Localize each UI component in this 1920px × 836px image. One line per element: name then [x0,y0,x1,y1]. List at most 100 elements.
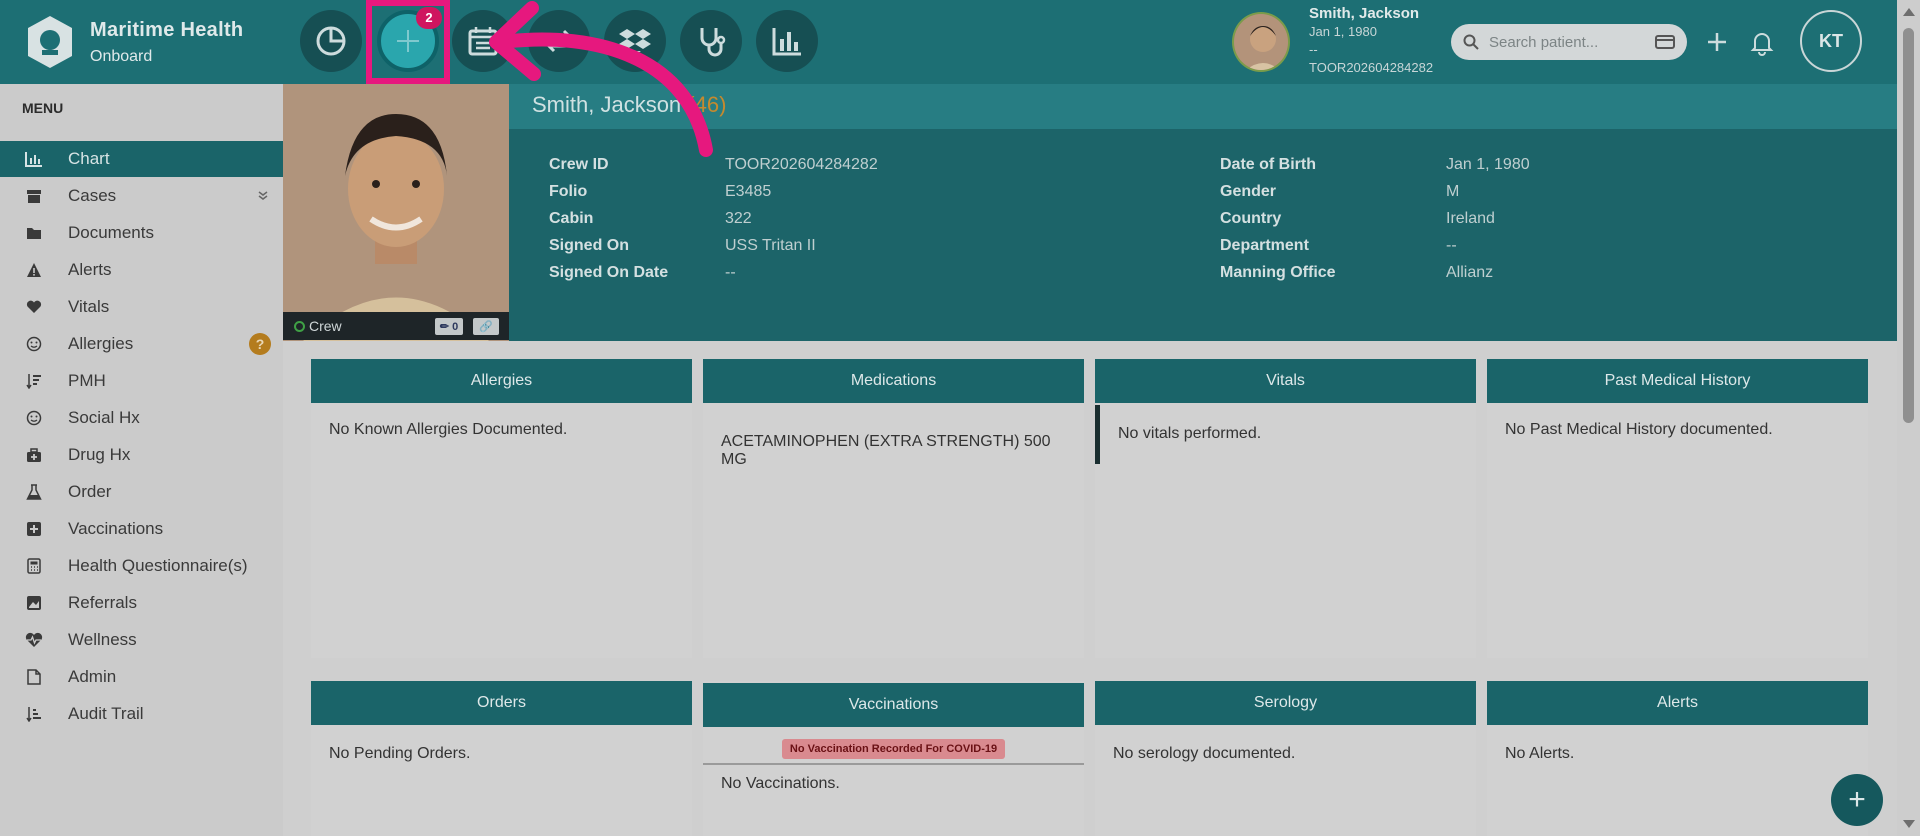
scroll-up-arrow-icon[interactable] [1903,8,1915,16]
floating-add-button[interactable]: + [1831,774,1883,826]
card-text: No Pending Orders. [329,745,471,762]
patient-photo-image [283,84,509,341]
card-title[interactable]: Serology [1095,681,1476,725]
nav-dashboard-button[interactable] [300,10,362,72]
stethoscope-icon [700,28,726,57]
brand-subtitle: Onboard [90,47,153,65]
scroll-thumb[interactable] [1903,28,1914,423]
nav-transfer-button[interactable] [528,10,590,72]
patient-chip[interactable]: Smith, Jackson Jan 1, 1980 -- TOOR202604… [1309,5,1433,77]
chevron-down-icon[interactable] [257,186,269,206]
warning-icon [24,260,44,280]
card-serology: Serology No serology documented. [1095,681,1476,836]
card-orders: Orders No Pending Orders. [311,681,692,836]
covid-notice-badge: No Vaccination Recorded For COVID-19 [781,739,1006,759]
arrows-icon [545,29,573,53]
plus-icon: + [1848,783,1866,816]
card-title[interactable]: Vitals [1095,359,1476,403]
add-icon[interactable] [1703,28,1731,56]
sidebar-item-label: Vitals [68,297,110,316]
sidebar-item-label: Cases [68,186,117,205]
nav-clinical-button[interactable] [680,10,742,72]
card-title[interactable]: Allergies [311,359,692,403]
sidebar-item-label: Documents [68,223,154,242]
plus-square-icon [24,519,44,539]
card-text: ACETAMINOPHEN (EXTRA STRENGTH) 500 MG [721,433,1051,468]
card-title[interactable]: Vaccinations [703,683,1084,727]
patient-search[interactable] [1451,24,1687,60]
scrollbar[interactable] [1897,0,1920,836]
share-count: 0 [452,320,459,333]
card-title[interactable]: Past Medical History [1487,359,1868,403]
card-pmh: Past Medical History No Past Medical His… [1487,359,1868,658]
card-title[interactable]: Medications [703,359,1084,403]
sidebar-item-drug-hx[interactable]: Drug Hx [0,437,283,473]
search-input[interactable] [1489,33,1649,51]
card-icon[interactable] [1655,34,1675,50]
folder-icon [24,223,44,243]
detail-signed-on-date: Signed On Date -- [549,264,736,281]
sidebar-item-order[interactable]: Order [0,474,283,510]
card-allergies: Allergies No Known Allergies Documented. [311,359,692,658]
archive-icon [24,186,44,206]
card-title[interactable]: Orders [311,681,692,725]
patient-photo[interactable] [283,84,509,341]
sidebar-item-audit-trail[interactable]: Audit Trail [0,696,283,732]
card-text: No Vaccinations. [721,775,840,792]
sidebar-item-allergies[interactable]: Allergies ? [0,326,283,362]
nav-dropbox-button[interactable] [604,10,666,72]
sidebar-item-label: Drug Hx [68,445,131,464]
sidebar-item-label: Audit Trail [68,704,144,723]
patient-title: Smith, Jackson (46) [532,92,726,118]
detail-department: Department -- [1220,237,1457,254]
nav-calendar-button[interactable] [452,10,514,72]
card-text: No Past Medical History documented. [1505,421,1773,438]
detail-dob: Date of Birth Jan 1, 1980 [1220,156,1530,173]
sidebar-item-label: Health Questionnaire(s) [68,556,248,575]
detail-signed-on: Signed On USS Tritan II [549,237,816,254]
nav-reports-button[interactable] [756,10,818,72]
status-dot-icon [294,320,305,332]
sidebar-item-wellness[interactable]: Wellness [0,622,283,658]
sort-amount-icon [24,704,44,724]
detail-manning-office: Manning Office Allianz [1220,264,1494,281]
sidebar-item-alerts[interactable]: Alerts [0,252,283,288]
sidebar-item-pmh[interactable]: PMH [0,363,283,399]
brand[interactable]: Maritime Health Onboard [26,14,243,70]
bell-icon[interactable] [1748,28,1776,56]
patient-role: Crew [309,318,342,334]
top-bar: Maritime Health Onboard 2 Smith, Jackson… [0,0,1920,84]
card-vitals: Vitals No vitals performed. [1095,359,1476,658]
heartbeat-icon [24,630,44,650]
menu-title: MENU [22,100,64,116]
sidebar-item-chart[interactable]: Chart [0,141,283,177]
sidebar-item-social-hx[interactable]: Social Hx [0,400,283,436]
bar-chart-icon [24,149,44,169]
sidebar-item-vitals[interactable]: Vitals [0,289,283,325]
file-icon [24,667,44,687]
sidebar-item-label: Referrals [68,593,137,612]
patient-chip-dob: Jan 1, 1980 [1309,24,1377,39]
card-accent-bar [1095,405,1100,464]
link-icon[interactable]: 🔗 [473,317,499,335]
sidebar-item-documents[interactable]: Documents [0,215,283,251]
share-count-button[interactable]: ✏ 0 [434,317,464,335]
user-menu-button[interactable]: KT [1800,10,1862,72]
sidebar-item-health-questionnaires[interactable]: Health Questionnaire(s) [0,548,283,584]
sidebar-item-label: Wellness [68,630,137,649]
card-text: No serology documented. [1113,745,1296,762]
sidebar-item-admin[interactable]: Admin [0,659,283,695]
card-title[interactable]: Alerts [1487,681,1868,725]
patient-photo-bar: Crew ✏ 0 🔗 [283,312,509,340]
scroll-down-arrow-icon[interactable] [1903,820,1915,828]
sort-icon [24,371,44,391]
sidebar-item-cases[interactable]: Cases [0,178,283,214]
sidebar-item-vaccinations[interactable]: Vaccinations [0,511,283,547]
detail-country: Country Ireland [1220,210,1495,227]
notification-badge: 2 [416,7,442,29]
help-badge-icon[interactable]: ? [249,333,271,355]
patient-avatar[interactable] [1232,12,1290,72]
sidebar-item-referrals[interactable]: Referrals [0,585,283,621]
patient-chip-extra: -- [1309,42,1318,57]
detail-folio: Folio E3485 [549,183,772,200]
